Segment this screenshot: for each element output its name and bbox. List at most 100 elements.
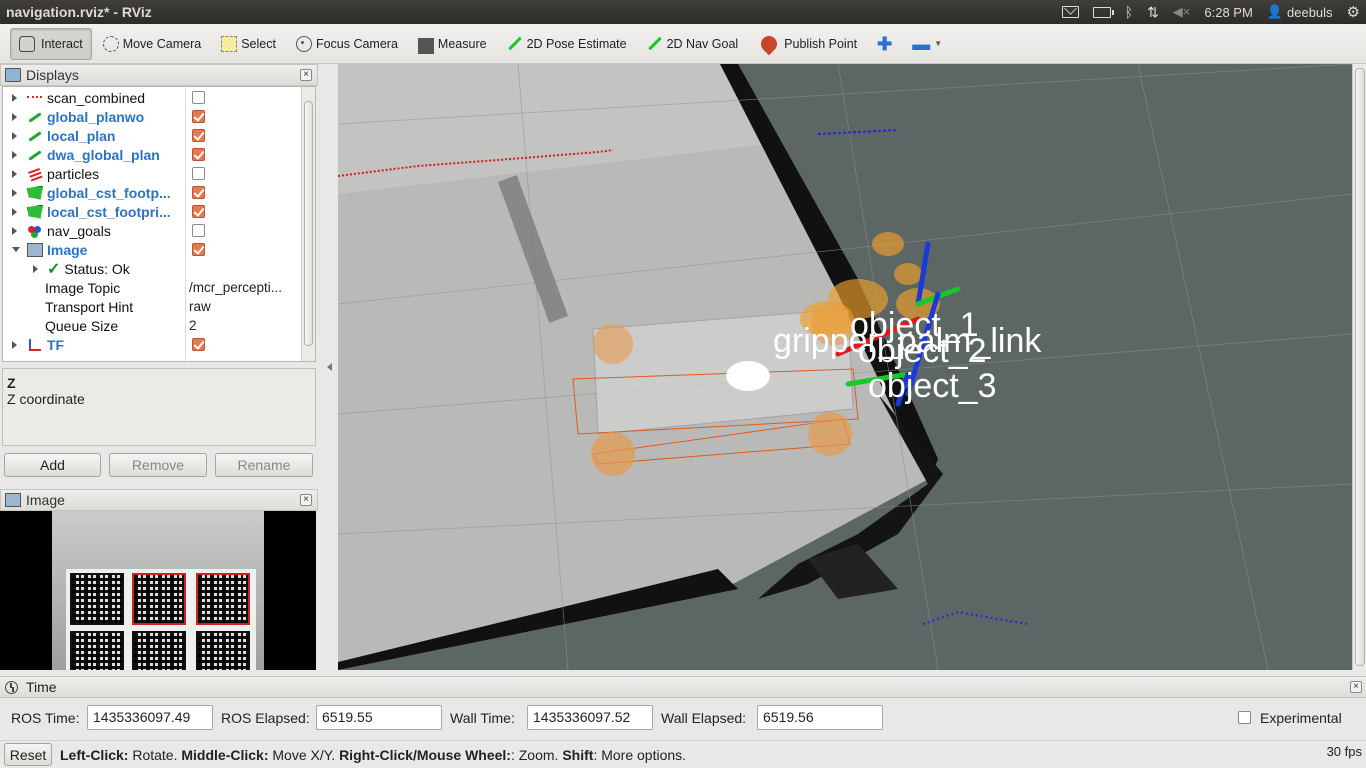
dropdown-arrow-icon: ▼ bbox=[934, 39, 943, 48]
qr-code bbox=[70, 573, 124, 625]
expand-arrow-icon[interactable] bbox=[12, 150, 17, 159]
qr-code-sheet bbox=[66, 569, 256, 670]
display-enable-checkbox[interactable] bbox=[192, 338, 205, 351]
time-panel-header[interactable]: Time × bbox=[0, 676, 1366, 698]
close-icon[interactable]: × bbox=[300, 69, 312, 81]
expand-arrow-icon[interactable] bbox=[12, 226, 17, 235]
clock-icon bbox=[5, 680, 18, 694]
display-row[interactable]: scan_combined bbox=[3, 88, 301, 107]
property-label: Queue Size bbox=[45, 317, 119, 334]
display-enable-checkbox[interactable] bbox=[192, 91, 205, 104]
wall-elapsed-field[interactable]: 6519.56 bbox=[757, 705, 883, 730]
displays-scrollbar[interactable] bbox=[301, 87, 315, 361]
close-icon[interactable]: × bbox=[1350, 681, 1362, 693]
expand-arrow-icon[interactable] bbox=[12, 169, 17, 178]
volume-icon[interactable]: ◀× bbox=[1173, 4, 1191, 20]
cloud-blob bbox=[726, 361, 770, 391]
interact-tool-button[interactable]: Interact bbox=[10, 27, 92, 60]
nav-goal-tool-button[interactable]: 2D Nav Goal bbox=[638, 28, 748, 60]
battery-icon[interactable] bbox=[1092, 6, 1114, 18]
display-enable-checkbox[interactable] bbox=[192, 243, 205, 256]
property-label: Image Topic bbox=[45, 279, 121, 296]
display-row[interactable]: particles bbox=[3, 164, 301, 183]
display-name: dwa_global_plan bbox=[47, 146, 160, 163]
displays-panel-header[interactable]: Displays × bbox=[0, 64, 318, 86]
property-value[interactable]: raw bbox=[189, 299, 299, 314]
display-enable-checkbox[interactable] bbox=[192, 110, 205, 123]
collapse-arrow-icon[interactable] bbox=[12, 247, 20, 252]
property-row[interactable]: Image Topic /mcr_percepti... bbox=[3, 278, 301, 297]
display-enable-checkbox[interactable] bbox=[192, 186, 205, 199]
status-row[interactable]: ✓ Status: Ok bbox=[3, 259, 301, 278]
status-bar: Reset Left-Click: Rotate. Middle-Click: … bbox=[0, 740, 1366, 768]
3d-render-viewport[interactable]: object_1 gripper_palm_link object_2 obje… bbox=[338, 64, 1352, 670]
bluetooth-icon[interactable]: ᛒ bbox=[1125, 4, 1133, 20]
user-menu[interactable]: 👤 deebuls bbox=[1267, 4, 1333, 20]
expand-arrow-icon[interactable] bbox=[12, 207, 17, 216]
system-tray: ᛒ ⇅ ◀× 6:28 PM 👤 deebuls ⚙ bbox=[1061, 0, 1360, 24]
clock-text[interactable]: 6:28 PM bbox=[1204, 5, 1252, 20]
splitter-left-arrow-icon[interactable] bbox=[327, 363, 332, 371]
display-enable-checkbox[interactable] bbox=[192, 129, 205, 142]
network-icon[interactable]: ⇅ bbox=[1147, 4, 1159, 21]
monitor-icon bbox=[5, 68, 21, 82]
measure-tool-button[interactable]: Measure bbox=[409, 28, 496, 60]
move-camera-icon bbox=[102, 35, 119, 52]
settings-gear-icon[interactable]: ⚙ bbox=[1347, 3, 1360, 21]
add-display-button[interactable]: Add bbox=[4, 453, 101, 477]
hint-desc: : More options. bbox=[593, 747, 687, 763]
ros-time-field[interactable]: 1435336097.49 bbox=[87, 705, 213, 730]
display-row-image[interactable]: Image bbox=[3, 240, 301, 259]
display-enable-checkbox[interactable] bbox=[192, 205, 205, 218]
add-tool-button[interactable]: ✚ bbox=[868, 28, 901, 60]
expand-arrow-icon[interactable] bbox=[12, 188, 17, 197]
viewport-scrollbar[interactable] bbox=[1352, 64, 1366, 670]
display-row-tf[interactable]: TF bbox=[3, 335, 301, 354]
publish-point-tool-button[interactable]: Publish Point bbox=[749, 28, 866, 60]
scrollbar-thumb[interactable] bbox=[1355, 68, 1365, 666]
property-row[interactable]: Transport Hint raw bbox=[3, 297, 301, 316]
rename-display-button[interactable]: Rename bbox=[215, 453, 313, 477]
description-text: Z coordinate bbox=[7, 391, 85, 407]
remove-tool-menu-button[interactable]: ▬ ▼ bbox=[903, 28, 951, 60]
display-name: TF bbox=[47, 336, 65, 353]
wall-elapsed-label: Wall Elapsed: bbox=[661, 710, 747, 726]
remove-display-button[interactable]: Remove bbox=[109, 453, 207, 477]
display-row[interactable]: global_planwo bbox=[3, 107, 301, 126]
display-row[interactable]: dwa_global_plan bbox=[3, 145, 301, 164]
expand-arrow-icon[interactable] bbox=[12, 340, 17, 349]
ros-elapsed-field[interactable]: 6519.55 bbox=[316, 705, 442, 730]
display-row[interactable]: global_cst_footp... bbox=[3, 183, 301, 202]
ros-elapsed-label: ROS Elapsed: bbox=[221, 710, 310, 726]
move-camera-tool-button[interactable]: Move Camera bbox=[94, 28, 211, 60]
display-enable-checkbox[interactable] bbox=[192, 167, 205, 180]
display-row[interactable]: local_plan bbox=[3, 126, 301, 145]
display-name: particles bbox=[47, 165, 100, 182]
expand-arrow-icon[interactable] bbox=[12, 131, 17, 140]
select-tool-button[interactable]: Select bbox=[212, 28, 285, 60]
pose-estimate-tool-button[interactable]: 2D Pose Estimate bbox=[498, 28, 636, 60]
expand-arrow-icon[interactable] bbox=[33, 264, 38, 273]
user-icon: 👤 bbox=[1266, 4, 1283, 19]
tool-label: 2D Pose Estimate bbox=[526, 36, 627, 51]
tf-label-object-2: object_2 bbox=[858, 332, 987, 370]
focus-camera-tool-button[interactable]: Focus Camera bbox=[287, 28, 407, 60]
display-row[interactable]: nav_goals bbox=[3, 221, 301, 240]
display-row[interactable]: local_cst_footpri... bbox=[3, 202, 301, 221]
reset-button[interactable]: Reset bbox=[4, 743, 52, 766]
expand-arrow-icon[interactable] bbox=[12, 93, 17, 102]
display-enable-checkbox[interactable] bbox=[192, 224, 205, 237]
image-panel-header[interactable]: Image × bbox=[0, 489, 318, 511]
checkmark-icon: ✓ bbox=[47, 260, 61, 278]
scrollbar-thumb[interactable] bbox=[304, 101, 313, 346]
expand-arrow-icon[interactable] bbox=[12, 112, 17, 121]
ros-time-label: ROS Time: bbox=[11, 710, 80, 726]
close-icon[interactable]: × bbox=[300, 494, 312, 506]
property-value[interactable]: 2 bbox=[189, 318, 299, 333]
property-row[interactable]: Queue Size 2 bbox=[3, 316, 301, 335]
display-enable-checkbox[interactable] bbox=[192, 148, 205, 161]
experimental-checkbox[interactable] bbox=[1238, 711, 1251, 724]
wall-time-field[interactable]: 1435336097.52 bbox=[527, 705, 653, 730]
property-value[interactable]: /mcr_percepti... bbox=[189, 280, 299, 295]
mail-icon[interactable] bbox=[1061, 6, 1079, 18]
